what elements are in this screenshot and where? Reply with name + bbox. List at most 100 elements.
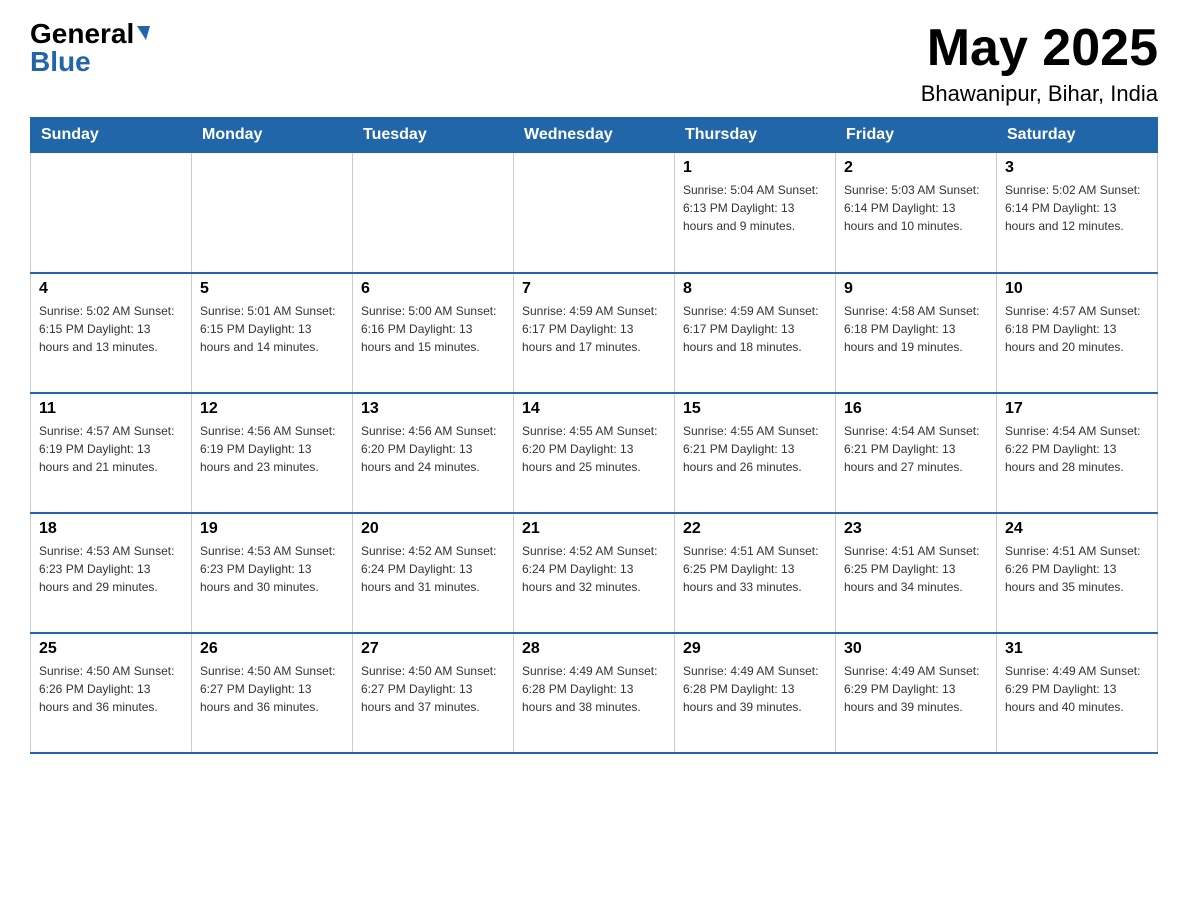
day-info: Sunrise: 4:52 AM Sunset: 6:24 PM Dayligh… bbox=[361, 542, 505, 596]
day-number: 9 bbox=[844, 280, 988, 298]
calendar-cell: 9Sunrise: 4:58 AM Sunset: 6:18 PM Daylig… bbox=[836, 273, 997, 393]
logo-general-text: General bbox=[30, 20, 134, 48]
day-info: Sunrise: 4:49 AM Sunset: 6:28 PM Dayligh… bbox=[522, 662, 666, 716]
day-info: Sunrise: 4:56 AM Sunset: 6:19 PM Dayligh… bbox=[200, 422, 344, 476]
month-title: May 2025 bbox=[921, 20, 1158, 77]
calendar-header: SundayMondayTuesdayWednesdayThursdayFrid… bbox=[31, 118, 1158, 153]
page-header: General Blue May 2025 Bhawanipur, Bihar,… bbox=[30, 20, 1158, 107]
day-number: 10 bbox=[1005, 280, 1149, 298]
day-number: 7 bbox=[522, 280, 666, 298]
calendar-week-row: 18 Sunrise: 4:53 AM Sunset: 6:23 PM Dayli… bbox=[31, 513, 1158, 633]
day-number: 1 bbox=[683, 159, 827, 177]
day-info: Sunrise: 4:57 AM Sunset: 6:18 PM Dayligh… bbox=[1005, 302, 1149, 356]
day-info: Sunrise: 4:59 AM Sunset: 6:17 PM Dayligh… bbox=[522, 302, 666, 356]
day-number: 17 bbox=[1005, 400, 1149, 418]
day-number: 25 bbox=[39, 640, 183, 658]
calendar-cell: 15Sunrise: 4:55 AM Sunset: 6:21 PM Dayli… bbox=[675, 393, 836, 513]
calendar-cell: 5 Sunrise: 5:01 AM Sunset: 6:15 PM Daylig… bbox=[192, 273, 353, 393]
calendar-cell: 26 Sunrise: 4:50 AM Sunset: 6:27 PM Dayli… bbox=[192, 633, 353, 753]
calendar-cell bbox=[514, 153, 675, 273]
calendar-week-row: 4 Sunrise: 5:02 AM Sunset: 6:15 PM Daylig… bbox=[31, 273, 1158, 393]
calendar-week-row: 25Sunrise: 4:50 AM Sunset: 6:26 PM Dayli… bbox=[31, 633, 1158, 753]
location-title: Bhawanipur, Bihar, India bbox=[921, 81, 1158, 107]
header-row: SundayMondayTuesdayWednesdayThursdayFrid… bbox=[31, 118, 1158, 153]
calendar-cell: 14 Sunrise: 4:55 AM Sunset: 6:20 PM Dayli… bbox=[514, 393, 675, 513]
day-number: 18 bbox=[39, 520, 183, 538]
day-info: Sunrise: 4:55 AM Sunset: 6:20 PM Dayligh… bbox=[522, 422, 666, 476]
day-number: 30 bbox=[844, 640, 988, 658]
calendar-body: 1 Sunrise: 5:04 AM Sunset: 6:13 PM Daylig… bbox=[31, 153, 1158, 753]
day-number: 16 bbox=[844, 400, 988, 418]
day-number: 24 bbox=[1005, 520, 1149, 538]
day-info: Sunrise: 4:49 AM Sunset: 6:29 PM Dayligh… bbox=[844, 662, 988, 716]
day-number: 29 bbox=[683, 640, 827, 658]
calendar-week-row: 1 Sunrise: 5:04 AM Sunset: 6:13 PM Daylig… bbox=[31, 153, 1158, 273]
calendar-cell: 7 Sunrise: 4:59 AM Sunset: 6:17 PM Daylig… bbox=[514, 273, 675, 393]
day-number: 3 bbox=[1005, 159, 1149, 177]
calendar-cell: 12 Sunrise: 4:56 AM Sunset: 6:19 PM Dayli… bbox=[192, 393, 353, 513]
day-number: 28 bbox=[522, 640, 666, 658]
day-info: Sunrise: 5:03 AM Sunset: 6:14 PM Dayligh… bbox=[844, 181, 988, 235]
calendar-cell bbox=[192, 153, 353, 273]
day-info: Sunrise: 4:49 AM Sunset: 6:28 PM Dayligh… bbox=[683, 662, 827, 716]
day-info: Sunrise: 4:51 AM Sunset: 6:25 PM Dayligh… bbox=[844, 542, 988, 596]
day-info: Sunrise: 4:59 AM Sunset: 6:17 PM Dayligh… bbox=[683, 302, 827, 356]
day-info: Sunrise: 5:02 AM Sunset: 6:15 PM Dayligh… bbox=[39, 302, 183, 356]
day-number: 20 bbox=[361, 520, 505, 538]
day-number: 14 bbox=[522, 400, 666, 418]
day-of-week-header: Saturday bbox=[997, 118, 1158, 153]
day-of-week-header: Monday bbox=[192, 118, 353, 153]
day-info: Sunrise: 4:53 AM Sunset: 6:23 PM Dayligh… bbox=[200, 542, 344, 596]
day-info: Sunrise: 4:50 AM Sunset: 6:27 PM Dayligh… bbox=[361, 662, 505, 716]
calendar-cell: 27 Sunrise: 4:50 AM Sunset: 6:27 PM Dayli… bbox=[353, 633, 514, 753]
calendar-cell: 21Sunrise: 4:52 AM Sunset: 6:24 PM Dayli… bbox=[514, 513, 675, 633]
logo-arrow-icon bbox=[137, 26, 150, 40]
day-number: 2 bbox=[844, 159, 988, 177]
calendar-week-row: 11Sunrise: 4:57 AM Sunset: 6:19 PM Dayli… bbox=[31, 393, 1158, 513]
day-number: 8 bbox=[683, 280, 827, 298]
day-info: Sunrise: 4:51 AM Sunset: 6:26 PM Dayligh… bbox=[1005, 542, 1149, 596]
calendar-cell: 30 Sunrise: 4:49 AM Sunset: 6:29 PM Dayli… bbox=[836, 633, 997, 753]
calendar-cell: 28 Sunrise: 4:49 AM Sunset: 6:28 PM Dayli… bbox=[514, 633, 675, 753]
calendar-cell: 6 Sunrise: 5:00 AM Sunset: 6:16 PM Daylig… bbox=[353, 273, 514, 393]
day-number: 6 bbox=[361, 280, 505, 298]
day-number: 13 bbox=[361, 400, 505, 418]
calendar-cell: 18 Sunrise: 4:53 AM Sunset: 6:23 PM Dayli… bbox=[31, 513, 192, 633]
day-number: 5 bbox=[200, 280, 344, 298]
calendar-cell: 19 Sunrise: 4:53 AM Sunset: 6:23 PM Dayli… bbox=[192, 513, 353, 633]
day-info: Sunrise: 4:57 AM Sunset: 6:19 PM Dayligh… bbox=[39, 422, 183, 476]
day-of-week-header: Friday bbox=[836, 118, 997, 153]
day-info: Sunrise: 4:49 AM Sunset: 6:29 PM Dayligh… bbox=[1005, 662, 1149, 716]
calendar-cell: 17 Sunrise: 4:54 AM Sunset: 6:22 PM Dayli… bbox=[997, 393, 1158, 513]
day-number: 4 bbox=[39, 280, 183, 298]
calendar-cell: 3 Sunrise: 5:02 AM Sunset: 6:14 PM Daylig… bbox=[997, 153, 1158, 273]
day-of-week-header: Thursday bbox=[675, 118, 836, 153]
day-info: Sunrise: 4:50 AM Sunset: 6:27 PM Dayligh… bbox=[200, 662, 344, 716]
calendar-cell: 25Sunrise: 4:50 AM Sunset: 6:26 PM Dayli… bbox=[31, 633, 192, 753]
day-number: 26 bbox=[200, 640, 344, 658]
day-of-week-header: Wednesday bbox=[514, 118, 675, 153]
calendar-cell: 16Sunrise: 4:54 AM Sunset: 6:21 PM Dayli… bbox=[836, 393, 997, 513]
calendar-cell: 11Sunrise: 4:57 AM Sunset: 6:19 PM Dayli… bbox=[31, 393, 192, 513]
day-of-week-header: Sunday bbox=[31, 118, 192, 153]
day-number: 19 bbox=[200, 520, 344, 538]
title-section: May 2025 Bhawanipur, Bihar, India bbox=[921, 20, 1158, 107]
day-number: 27 bbox=[361, 640, 505, 658]
calendar-cell: 2 Sunrise: 5:03 AM Sunset: 6:14 PM Daylig… bbox=[836, 153, 997, 273]
day-number: 12 bbox=[200, 400, 344, 418]
day-info: Sunrise: 5:00 AM Sunset: 6:16 PM Dayligh… bbox=[361, 302, 505, 356]
day-info: Sunrise: 4:55 AM Sunset: 6:21 PM Dayligh… bbox=[683, 422, 827, 476]
day-info: Sunrise: 4:54 AM Sunset: 6:22 PM Dayligh… bbox=[1005, 422, 1149, 476]
day-info: Sunrise: 5:04 AM Sunset: 6:13 PM Dayligh… bbox=[683, 181, 827, 235]
day-info: Sunrise: 4:51 AM Sunset: 6:25 PM Dayligh… bbox=[683, 542, 827, 596]
day-info: Sunrise: 5:01 AM Sunset: 6:15 PM Dayligh… bbox=[200, 302, 344, 356]
calendar-cell: 23 Sunrise: 4:51 AM Sunset: 6:25 PM Dayli… bbox=[836, 513, 997, 633]
calendar-cell: 13Sunrise: 4:56 AM Sunset: 6:20 PM Dayli… bbox=[353, 393, 514, 513]
day-info: Sunrise: 4:53 AM Sunset: 6:23 PM Dayligh… bbox=[39, 542, 183, 596]
day-of-week-header: Tuesday bbox=[353, 118, 514, 153]
calendar-cell bbox=[353, 153, 514, 273]
calendar-cell: 29 Sunrise: 4:49 AM Sunset: 6:28 PM Dayli… bbox=[675, 633, 836, 753]
day-number: 23 bbox=[844, 520, 988, 538]
day-info: Sunrise: 5:02 AM Sunset: 6:14 PM Dayligh… bbox=[1005, 181, 1149, 235]
calendar-cell: 4 Sunrise: 5:02 AM Sunset: 6:15 PM Daylig… bbox=[31, 273, 192, 393]
